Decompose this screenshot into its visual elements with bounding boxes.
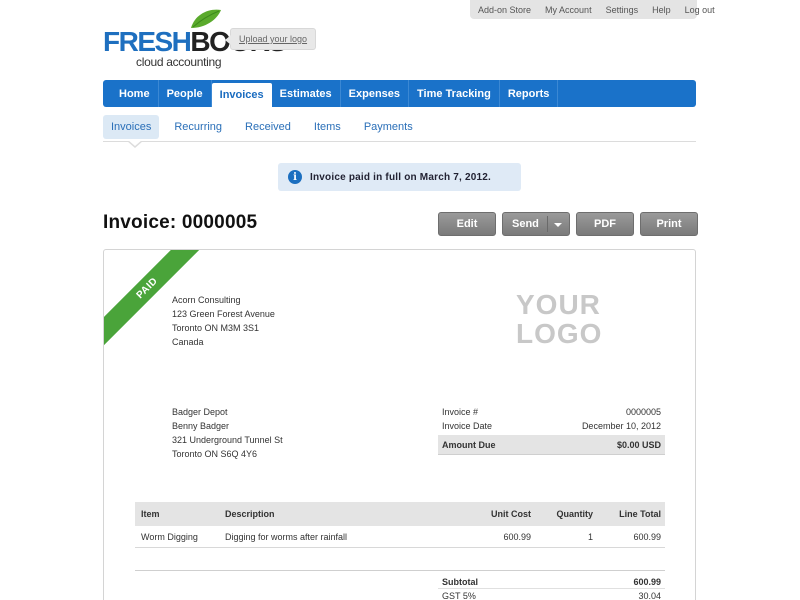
col-description: Description	[225, 509, 275, 519]
settings-link[interactable]: Settings	[599, 5, 646, 15]
invoice-date-row: Invoice Date December 10, 2012	[438, 419, 665, 433]
chevron-down-icon[interactable]	[554, 223, 562, 227]
invoice-number-value: 0000005	[625, 407, 661, 417]
sender-line: Canada	[172, 337, 204, 347]
utility-bar: Add-on Store My Account Settings Help Lo…	[470, 0, 715, 19]
tab-estimates[interactable]: Estimates	[272, 80, 341, 107]
invoice-number-row: Invoice # 0000005	[438, 405, 665, 419]
subtab-invoices[interactable]: Invoices	[103, 114, 160, 139]
print-button[interactable]: Print	[640, 212, 698, 236]
amount-due-row: Amount Due $0.00 USD	[438, 435, 665, 455]
help-link[interactable]: Help	[645, 5, 678, 15]
invoice-totals: Subtotal 600.99 GST 5% 30.04	[438, 570, 665, 600]
recipient-address: Badger Depot Benny Badger 321 Undergroun…	[172, 405, 283, 461]
pdf-button[interactable]: PDF	[576, 212, 634, 236]
freshbooks-logo[interactable]: FRESHBOOKS cloud accounting	[103, 9, 287, 70]
tab-home[interactable]: Home	[103, 80, 159, 107]
cell-quantity: 1	[587, 531, 593, 542]
payment-notice: i Invoice paid in full on March 7, 2012.	[278, 163, 521, 191]
subtab-received[interactable]: Received	[237, 115, 299, 139]
my-account-link[interactable]: My Account	[538, 5, 599, 15]
edit-button[interactable]: Edit	[438, 212, 496, 236]
notice-message: Invoice paid in full on March 7, 2012.	[310, 171, 491, 183]
sub-nav: Invoices Recurring Received Items Paymen…	[103, 112, 696, 142]
send-divider	[547, 216, 548, 232]
tax-row: GST 5% 30.04	[438, 589, 665, 600]
invoice-date-value: December 10, 2012	[581, 421, 661, 431]
tax-label: GST 5%	[442, 591, 476, 600]
recipient-line: 321 Underground Tunnel St	[172, 435, 283, 445]
table-header: Item Description Unit Cost Quantity Line…	[135, 502, 665, 526]
info-icon: i	[288, 170, 302, 184]
sender-address: Acorn Consulting 123 Green Forest Avenue…	[172, 293, 275, 349]
logout-link[interactable]: Log out	[678, 5, 722, 15]
subtab-payments[interactable]: Payments	[356, 115, 421, 139]
cell-description: Digging for worms after rainfall	[225, 531, 348, 542]
invoice-document: PAID Acorn Consulting 123 Green Forest A…	[103, 249, 696, 600]
col-item: Item	[141, 509, 160, 519]
sender-line: Acorn Consulting	[172, 295, 241, 305]
subtotal-label: Subtotal	[442, 576, 478, 587]
amount-due-label: Amount Due	[442, 439, 496, 450]
sender-line: 123 Green Forest Avenue	[172, 309, 275, 319]
tab-expenses[interactable]: Expenses	[341, 80, 410, 107]
brand-fresh: FRESH	[103, 26, 192, 57]
subtotal-value: 600.99	[633, 576, 661, 587]
invoice-number-label: Invoice #	[442, 407, 479, 417]
table-row: Worm Digging Digging for worms after rai…	[135, 526, 665, 548]
cell-unit-cost: 600.99	[503, 531, 531, 542]
upload-logo-link[interactable]: Upload your logo	[224, 28, 317, 50]
invoice-actions: Edit Send PDF Print	[438, 212, 698, 236]
col-quantity: Quantity	[556, 509, 593, 519]
tab-invoices[interactable]: Invoices	[211, 83, 272, 107]
totals-divider	[135, 570, 438, 571]
send-button[interactable]: Send	[502, 212, 570, 236]
sender-line: Toronto ON M3M 3S1	[172, 323, 260, 333]
tax-value: 30.04	[638, 591, 661, 600]
subtab-recurring[interactable]: Recurring	[166, 115, 230, 139]
invoice-date-label: Invoice Date	[442, 421, 493, 431]
line-items-table: Item Description Unit Cost Quantity Line…	[135, 502, 665, 548]
logo-placeholder-line: LOGO	[516, 318, 603, 349]
send-label: Send	[512, 218, 539, 230]
page-title: Invoice: 0000005	[103, 212, 258, 233]
recipient-line: Toronto ON S6Q 4Y6	[172, 449, 258, 459]
brand-tagline: cloud accounting	[136, 55, 222, 69]
cell-line-total: 600.99	[633, 531, 661, 542]
cell-item: Worm Digging	[141, 531, 198, 542]
tab-time-tracking[interactable]: Time Tracking	[409, 80, 500, 107]
tab-people[interactable]: People	[159, 80, 212, 107]
subnav-pointer	[127, 140, 143, 148]
paid-ribbon-label: PAID	[134, 275, 160, 301]
add-on-store-link[interactable]: Add-on Store	[470, 5, 538, 15]
logo-placeholder-line: YOUR	[516, 289, 601, 320]
recipient-line: Badger Depot	[172, 407, 228, 417]
recipient-line: Benny Badger	[172, 421, 230, 431]
tab-reports[interactable]: Reports	[500, 80, 559, 107]
subtab-items[interactable]: Items	[306, 115, 349, 139]
col-unit-cost: Unit Cost	[491, 509, 531, 519]
logo-placeholder[interactable]: YOUR LOGO	[516, 290, 602, 348]
col-line-total: Line Total	[619, 509, 661, 519]
invoice-meta: Invoice # 0000005 Invoice Date December …	[438, 405, 665, 455]
subtotal-row: Subtotal 600.99	[438, 575, 665, 589]
amount-due-value: $0.00 USD	[616, 439, 661, 450]
main-nav: Home People Invoices Estimates Expenses …	[103, 80, 696, 107]
